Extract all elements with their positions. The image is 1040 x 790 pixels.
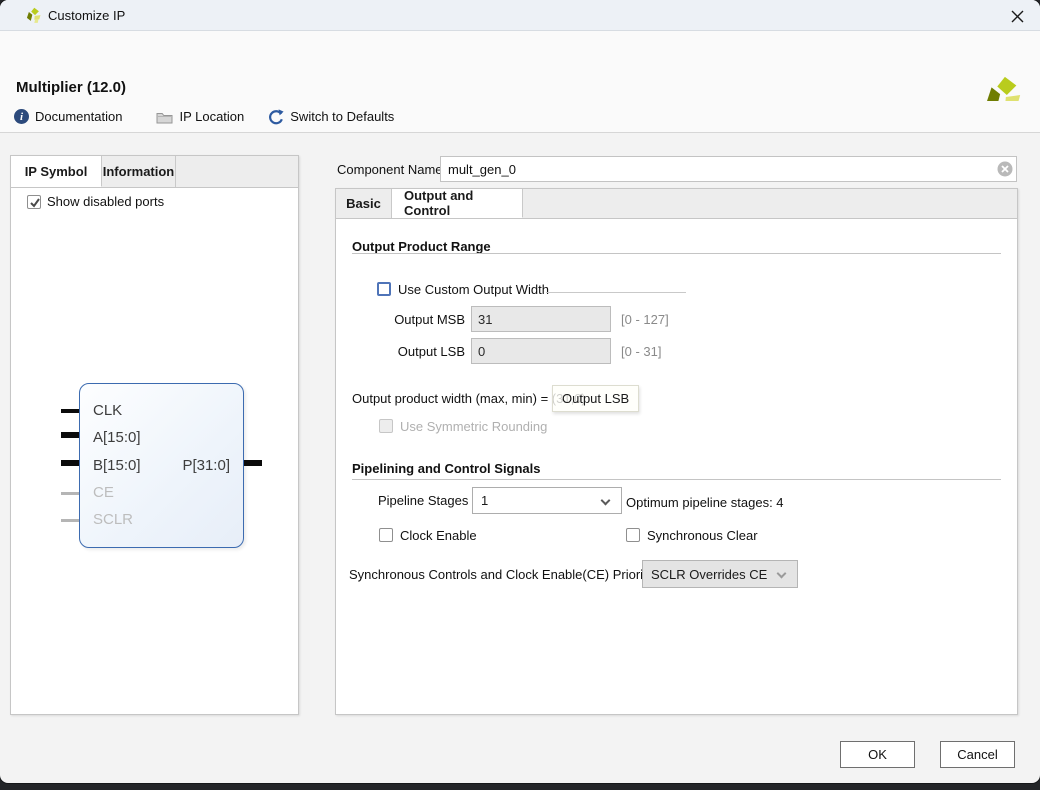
priority-label: Synchronous Controls and Clock Enable(CE… xyxy=(349,567,653,582)
tab-ip-symbol[interactable]: IP Symbol xyxy=(11,156,102,187)
section-output-product-range: Output Product Range xyxy=(352,239,491,254)
output-lsb-label: Output LSB xyxy=(352,344,465,359)
customize-ip-dialog: Customize IP Multiplier (12.0) i Documen… xyxy=(0,0,1040,783)
port-label-ce: CE xyxy=(93,482,114,504)
priority-value: SCLR Overrides CE xyxy=(651,567,767,582)
port-stub-ce xyxy=(61,492,79,495)
port-label-a: A[15:0] xyxy=(93,427,141,449)
tab-ip-symbol-label: IP Symbol xyxy=(25,164,88,179)
documentation-button[interactable]: i Documentation xyxy=(14,109,122,124)
ok-button[interactable]: OK xyxy=(840,741,915,768)
ip-title: Multiplier (12.0) xyxy=(16,79,126,96)
xilinx-logo-icon xyxy=(24,7,43,24)
use-symmetric-rounding-checkbox xyxy=(379,419,393,433)
left-tabstrip: IP Symbol Information xyxy=(11,156,298,188)
chevron-down-icon xyxy=(777,569,787,579)
output-lsb-input xyxy=(471,338,611,364)
tab-information-label: Information xyxy=(103,164,175,179)
use-custom-output-width-label: Use Custom Output Width xyxy=(398,282,549,298)
clock-enable-checkbox[interactable] xyxy=(379,528,393,542)
config-tabstrip: Basic Output and Control xyxy=(336,189,1017,219)
synchronous-clear-checkbox[interactable] xyxy=(626,528,640,542)
cancel-button[interactable]: Cancel xyxy=(940,741,1015,768)
close-icon[interactable] xyxy=(1006,5,1028,27)
port-label-sclr: SCLR xyxy=(93,509,133,531)
switch-to-defaults-label: Switch to Defaults xyxy=(290,109,394,124)
show-disabled-ports-checkbox[interactable] xyxy=(27,195,41,209)
tab-basic-label: Basic xyxy=(346,196,381,211)
ip-location-button[interactable]: IP Location xyxy=(156,109,244,124)
product-width-label: Output product width (max, min) = xyxy=(352,391,548,406)
port-label-clk: CLK xyxy=(93,400,122,422)
use-custom-output-width-checkbox[interactable] xyxy=(377,282,391,296)
product-width-text: Output product width (max, min) = (31,0) xyxy=(352,391,586,406)
switch-to-defaults-button[interactable]: Switch to Defaults xyxy=(268,109,394,125)
clock-enable-label: Clock Enable xyxy=(400,528,477,544)
priority-dropdown: SCLR Overrides CE xyxy=(642,560,798,588)
pipeline-stages-dropdown[interactable]: 1 xyxy=(472,487,622,514)
tab-information[interactable]: Information xyxy=(102,156,176,187)
synchronous-clear-label: Synchronous Clear xyxy=(647,528,758,544)
toolbar: i Documentation IP Location Switch to De… xyxy=(0,101,1040,133)
documentation-label: Documentation xyxy=(35,109,122,124)
group-divider xyxy=(546,292,686,293)
port-stub-sclr xyxy=(61,519,79,522)
titlebar[interactable]: Customize IP xyxy=(0,0,1040,31)
refresh-icon xyxy=(268,109,284,125)
configuration-panel: Basic Output and Control Output Product … xyxy=(335,188,1018,715)
folder-icon xyxy=(156,110,173,124)
port-stub-p xyxy=(244,460,262,466)
section-pipelining: Pipelining and Control Signals xyxy=(352,461,541,476)
dialog-header: Multiplier (12.0) xyxy=(0,31,1040,101)
port-stub-a xyxy=(61,432,79,438)
component-name-input[interactable] xyxy=(440,156,1017,182)
chevron-down-icon xyxy=(601,496,611,506)
output-msb-label: Output MSB xyxy=(352,312,465,327)
ip-location-label: IP Location xyxy=(179,109,244,124)
use-symmetric-rounding-label: Use Symmetric Rounding xyxy=(400,419,547,435)
pipeline-stages-value: 1 xyxy=(481,493,488,508)
section-rule xyxy=(352,253,1001,254)
port-label-p: P[31:0] xyxy=(131,455,230,477)
output-lsb-tooltip: Output LSB xyxy=(552,385,639,412)
tab-basic[interactable]: Basic xyxy=(336,189,392,218)
optimum-pipeline-text: Optimum pipeline stages: 4 xyxy=(626,495,784,510)
output-msb-input xyxy=(471,306,611,332)
output-msb-range-hint: [0 - 127] xyxy=(621,312,669,327)
port-stub-clk xyxy=(61,409,79,413)
window-title: Customize IP xyxy=(48,8,125,23)
info-icon: i xyxy=(14,109,29,124)
ip-symbol-panel: IP Symbol Information Show disabled port… xyxy=(10,155,299,715)
tab-output-and-control[interactable]: Output and Control xyxy=(392,189,523,218)
section-rule xyxy=(352,479,1001,480)
check-icon xyxy=(28,196,42,210)
tab-output-and-control-label: Output and Control xyxy=(404,188,510,218)
pipeline-stages-label: Pipeline Stages xyxy=(378,493,468,508)
output-lsb-range-hint: [0 - 31] xyxy=(621,344,661,359)
clear-icon[interactable] xyxy=(997,161,1013,177)
component-name-label: Component Name xyxy=(337,162,443,177)
port-stub-b xyxy=(61,460,79,466)
show-disabled-ports-label: Show disabled ports xyxy=(47,194,164,210)
